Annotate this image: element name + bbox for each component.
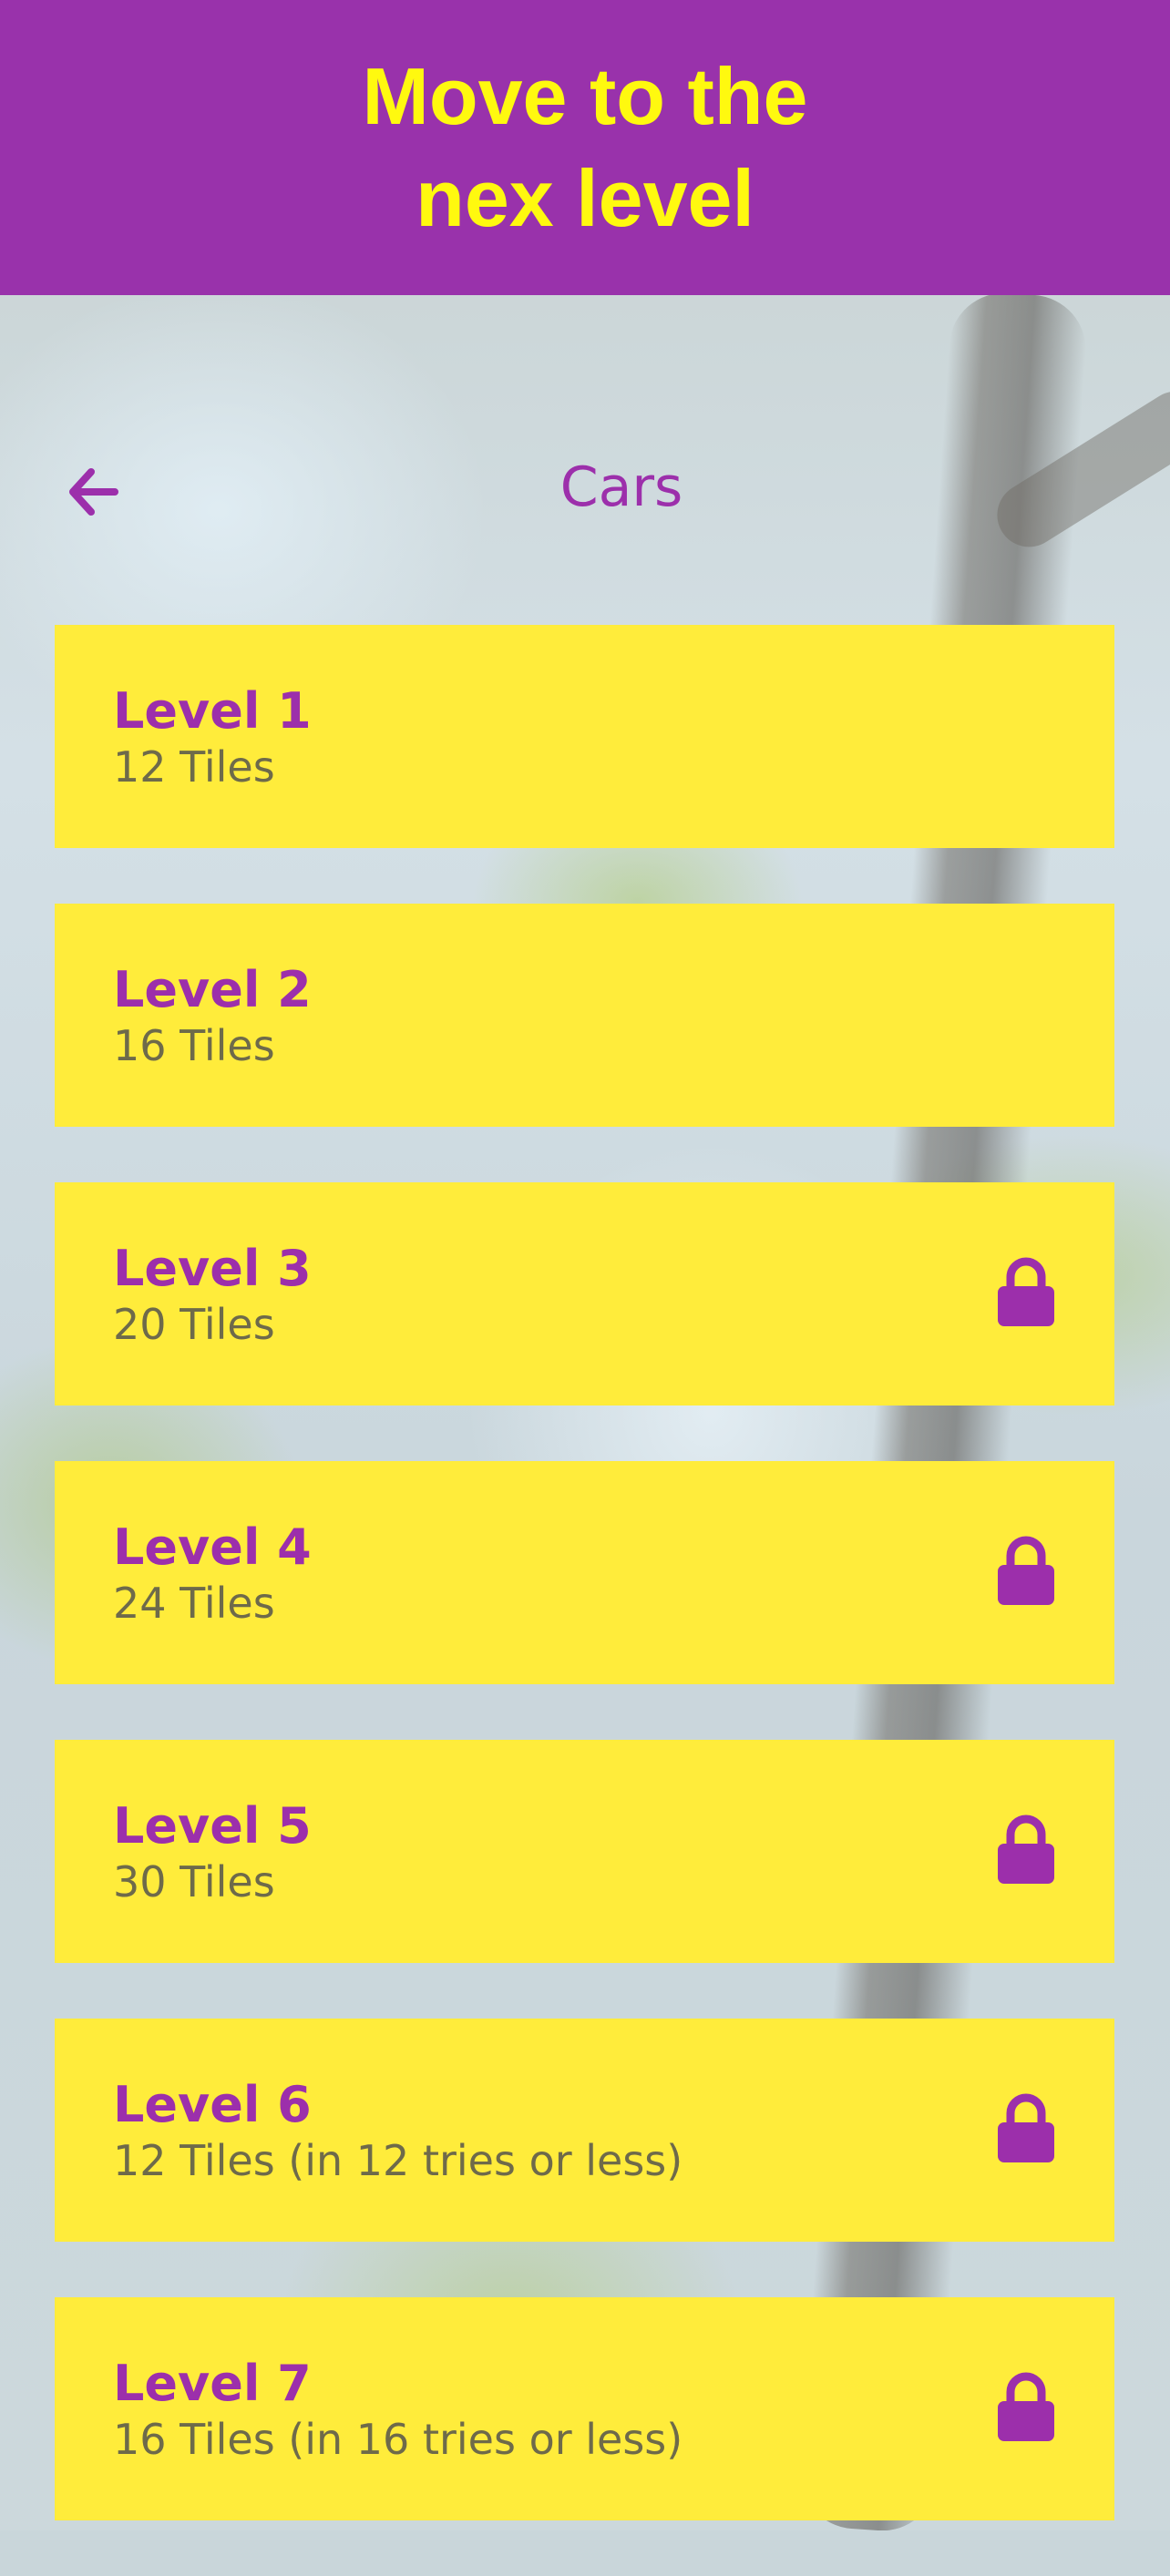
level-subtitle: 24 Tiles <box>113 1579 275 1628</box>
level-card-4[interactable]: Level 4 24 Tiles <box>55 1461 1114 1684</box>
level-title: Level 5 <box>113 1797 312 1855</box>
screen-title: Cars <box>559 455 683 519</box>
level-subtitle: 12 Tiles (in 12 tries or less) <box>113 2136 683 2185</box>
level-title: Level 7 <box>113 2355 312 2412</box>
level-card-5[interactable]: Level 5 30 Tiles <box>55 1740 1114 1963</box>
level-card-3[interactable]: Level 3 20 Tiles <box>55 1182 1114 1406</box>
level-card-6[interactable]: Level 6 12 Tiles (in 12 tries or less) <box>55 2019 1114 2242</box>
level-card-7[interactable]: Level 7 16 Tiles (in 16 tries or less) <box>55 2297 1114 2520</box>
lock-icon <box>998 1257 1054 1326</box>
level-card-1[interactable]: Level 1 12 Tiles <box>55 625 1114 848</box>
level-title: Level 3 <box>113 1240 312 1297</box>
level-card-2[interactable]: Level 2 16 Tiles <box>55 904 1114 1127</box>
level-subtitle: 20 Tiles <box>113 1300 275 1349</box>
level-subtitle: 30 Tiles <box>113 1857 275 1906</box>
level-subtitle: 16 Tiles <box>113 1021 275 1070</box>
level-subtitle: 16 Tiles (in 16 tries or less) <box>113 2415 683 2464</box>
level-title: Level 6 <box>113 2076 312 2133</box>
level-title: Level 4 <box>113 1518 312 1576</box>
lock-icon <box>998 2093 1054 2162</box>
lock-icon <box>998 2372 1054 2441</box>
level-title: Level 1 <box>113 682 312 740</box>
lock-icon <box>998 1814 1054 1884</box>
banner-title: Move to the nex level <box>362 51 808 243</box>
level-list: Level 1 12 Tiles Level 2 16 Tiles Level … <box>55 625 1114 2576</box>
promo-banner: Move to the nex level <box>0 0 1170 295</box>
lock-icon <box>998 1536 1054 1605</box>
level-title: Level 2 <box>113 961 312 1018</box>
level-subtitle: 12 Tiles <box>113 742 275 792</box>
